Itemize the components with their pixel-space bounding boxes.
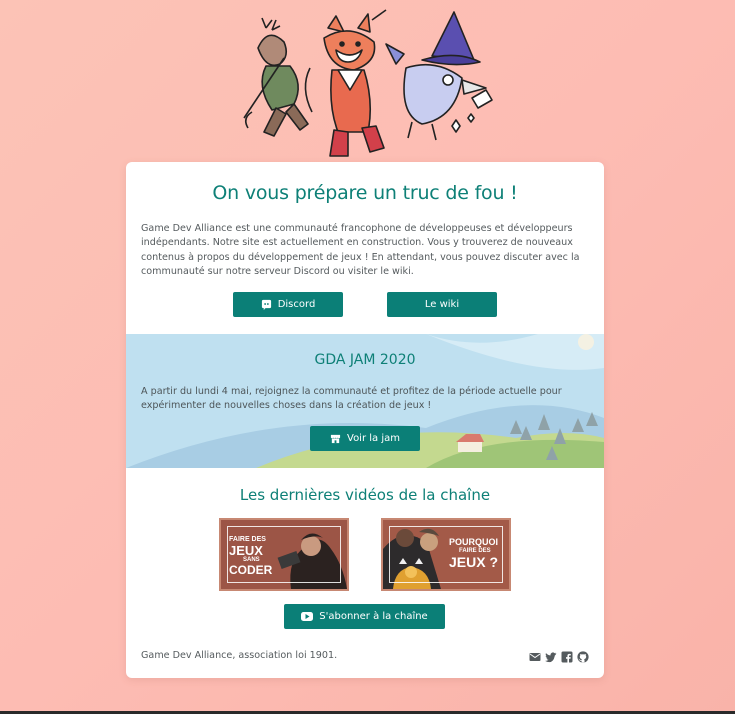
discord-button[interactable]: Discord: [233, 292, 343, 317]
footer-text: Game Dev Alliance, association loi 1901.: [141, 650, 338, 661]
bird-wizard-mascot: [385, 11, 493, 141]
discord-icon: [261, 299, 272, 310]
store-icon: [330, 433, 341, 444]
jam-button-label: Voir la jam: [347, 433, 400, 444]
subscribe-button[interactable]: S'abonner à la chaîne: [284, 604, 445, 629]
subscribe-button-label: S'abonner à la chaîne: [319, 611, 428, 622]
wiki-button[interactable]: Le wiki: [387, 292, 497, 317]
mascots-illustration: [236, 8, 496, 168]
fox-mascot: [304, 9, 387, 157]
intro-paragraph: Game Dev Alliance est une communauté fra…: [141, 223, 580, 277]
jam-button[interactable]: Voir la jam: [310, 426, 420, 451]
video-thumbnail-1[interactable]: FAIRE DES JEUX SANS CODER: [219, 518, 349, 591]
youtube-icon: [301, 612, 314, 621]
video-1-line-1: FAIRE DES: [229, 536, 266, 543]
main-card: On vous prépare un truc de fou ! Game De…: [126, 162, 604, 678]
jam-title: GDA JAM 2020: [314, 352, 416, 368]
video-1-line-2: JEUX: [229, 543, 263, 558]
github-icon[interactable]: [577, 651, 589, 663]
jam-section: GDA JAM 2020 A partir du lundi 4 mai, re…: [126, 334, 604, 468]
jam-description: A partir du lundi 4 mai, rejoignez la co…: [141, 386, 562, 412]
facebook-icon[interactable]: [561, 651, 573, 663]
video-2-line-1: POURQUOI: [449, 537, 499, 547]
videos-title: Les dernières vidéos de la chaîne: [239, 486, 491, 504]
social-links: [529, 651, 589, 663]
video-thumbnail-2[interactable]: POURQUOI FAIRE DES JEUX ?: [381, 518, 511, 591]
discord-button-label: Discord: [277, 299, 316, 310]
deer-mascot: [243, 17, 309, 137]
mail-icon[interactable]: [529, 651, 541, 663]
video-1-line-4: CODER: [229, 563, 273, 577]
video-2-line-3: JEUX ?: [449, 554, 499, 570]
wiki-button-label: Le wiki: [424, 299, 460, 310]
page-title: On vous prépare un truc de fou !: [212, 182, 518, 204]
twitter-icon[interactable]: [545, 651, 557, 663]
